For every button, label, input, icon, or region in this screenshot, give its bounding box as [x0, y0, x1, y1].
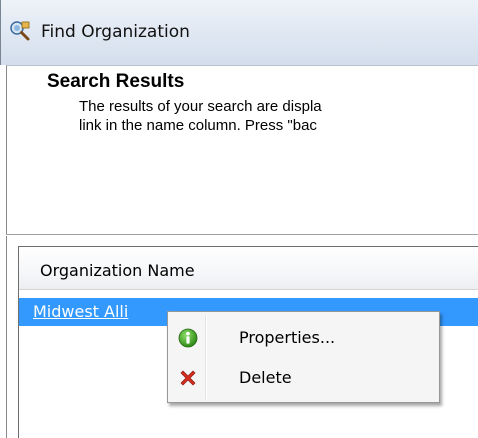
find-organization-icon [9, 20, 31, 42]
column-header-label: Organization Name [40, 261, 195, 280]
description-line-2: link in the name column. Press "bac [79, 117, 317, 134]
organization-name-link[interactable]: Midwest Alli [33, 302, 128, 321]
context-menu: Properties... Delete [167, 311, 440, 403]
info-icon [178, 328, 198, 348]
find-organization-window: Find Organization Search Results The res… [0, 0, 478, 438]
title-bar[interactable]: Find Organization [0, 0, 478, 65]
menu-item-label: Delete [239, 368, 292, 387]
description-line-1: The results of your search are displa [79, 98, 322, 115]
page-title: Search Results [47, 71, 185, 92]
menu-item-properties[interactable]: Properties... [170, 320, 437, 356]
menu-item-label: Properties... [239, 328, 336, 347]
column-header-organization-name[interactable]: Organization Name [19, 247, 478, 290]
window-title: Find Organization [41, 22, 190, 42]
divider [6, 234, 478, 236]
menu-item-delete[interactable]: Delete [170, 360, 437, 396]
delete-x-icon [178, 368, 198, 388]
